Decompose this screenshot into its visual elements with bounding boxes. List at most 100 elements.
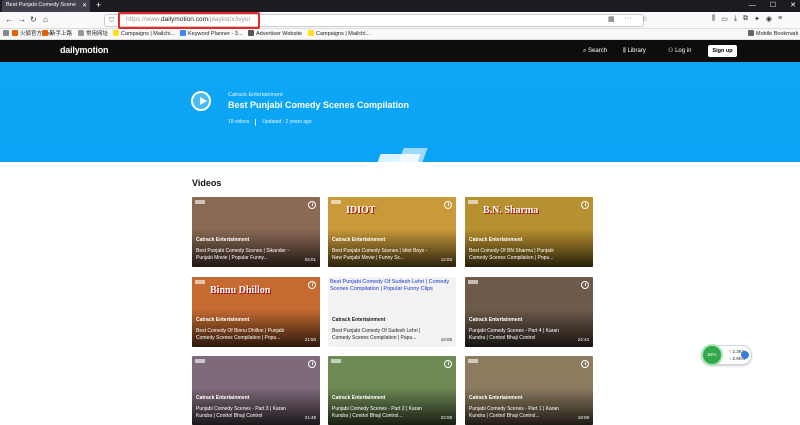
bookmarks-bar: 火狐官方站点 新手上路 常用网址 Campaigns | Mailchi... … — [0, 29, 800, 40]
thumbnail-title-text: Best Punjabi Comedy Of Sudesh Lehri | Co… — [330, 279, 450, 292]
menu-icon[interactable]: ≡ — [778, 15, 782, 23]
video-owner[interactable]: Catrack Entertainment — [196, 237, 249, 243]
bookmark-item[interactable]: Campaigns | Mailchi... — [308, 29, 370, 39]
search-icon: ⌕ — [583, 48, 587, 54]
watch-later-icon[interactable] — [581, 201, 589, 209]
library-link[interactable]: ⫼ Library — [623, 47, 646, 55]
video-owner[interactable]: Catrack Entertainment — [469, 395, 522, 401]
video-title[interactable]: Best Punjabi Comedy Of Sudesh Lehri | Co… — [332, 328, 434, 341]
back-icon[interactable]: ← — [5, 15, 13, 25]
video-card[interactable]: Best Punjabi Comedy Of Sudesh Lehri | Co… — [328, 277, 456, 347]
forward-icon[interactable]: → — [18, 15, 26, 25]
bookmark-item[interactable]: Keyword Planner - 3... — [180, 29, 242, 39]
video-title[interactable]: Punjabi Comedy Scenes - Part 2 | Karan K… — [332, 406, 434, 419]
close-window-icon[interactable]: ✕ — [790, 0, 796, 12]
watch-later-icon[interactable] — [308, 360, 316, 368]
bookmark-item[interactable]: 常用网址 — [78, 29, 108, 39]
url-text[interactable]: https://www.dailymotion.com/playlist/x3v… — [126, 15, 251, 25]
bookmark-star-icon[interactable]: ☆ — [642, 15, 648, 23]
channel-watermark — [195, 200, 205, 204]
divider — [255, 119, 257, 126]
playlist-owner[interactable]: Catrack Entertainment — [228, 92, 283, 98]
video-owner[interactable]: Catrack Entertainment — [332, 395, 385, 401]
video-card[interactable]: Catrack Entertainment Punjabi Comedy Scen… — [465, 356, 593, 425]
dailymotion-logo[interactable]: dailymotion — [60, 45, 109, 55]
video-title[interactable]: Punjabi Comedy Scenes - Part 4 | Karan K… — [469, 328, 571, 341]
url-path: /playlist/x3vyur — [208, 16, 251, 23]
video-title[interactable]: Punjabi Comedy Scenes - Part 3 | Karan K… — [196, 406, 298, 419]
more-icon[interactable]: ··· — [625, 15, 632, 23]
video-owner[interactable]: Catrack Entertainment — [469, 237, 522, 243]
video-owner[interactable]: Catrack Entertainment — [196, 395, 249, 401]
playlist-title: Best Punjabi Comedy Scenes Compilation — [228, 100, 410, 110]
widget-expand-icon[interactable] — [741, 351, 749, 359]
folder-icon — [748, 30, 754, 36]
video-card[interactable]: Catrack Entertainment Best Punjabi Comedy… — [192, 197, 320, 267]
video-card[interactable]: Catrack Entertainment Punjabi Comedy Scen… — [465, 277, 593, 347]
playlist-hero: Catrack Entertainment Best Punjabi Comed… — [0, 62, 800, 162]
video-card[interactable]: Catrack Entertainment Punjabi Comedy Scen… — [328, 356, 456, 425]
mailchimp-icon — [113, 30, 119, 36]
reload-icon[interactable]: ↻ — [30, 15, 37, 25]
video-title[interactable]: Best Punjabi Comedy Scenes | Idiot Boys … — [332, 248, 434, 261]
video-card[interactable]: B.N. Sharma Catrack Entertainment Best Com… — [465, 197, 593, 267]
video-owner[interactable]: Catrack Entertainment — [469, 317, 522, 323]
search-link[interactable]: ⌕ Search — [583, 47, 607, 55]
video-owner[interactable]: Catrack Entertainment — [332, 317, 385, 323]
firefox-account-icon[interactable]: ◉ — [766, 15, 772, 23]
watch-later-icon[interactable] — [581, 281, 589, 289]
watch-later-icon[interactable] — [581, 360, 589, 368]
video-owner[interactable]: Catrack Entertainment — [196, 317, 249, 323]
video-duration: 04:01 — [304, 257, 316, 262]
library-icon: ⫼ — [623, 48, 626, 54]
user-icon: ⚇ — [668, 48, 674, 54]
sidebar-icon[interactable]: ▭ — [721, 15, 728, 23]
home-icon[interactable]: ⌂ — [43, 15, 48, 25]
video-card[interactable]: Catrack Entertainment Punjabi Comedy Scen… — [192, 356, 320, 425]
video-title[interactable]: Best Punjabi Comedy Scenes | Sikander - … — [196, 248, 298, 261]
bookmark-item[interactable]: Advertiser Website — [248, 29, 302, 39]
video-duration: 22:08 — [440, 415, 452, 420]
play-playlist-icon[interactable] — [191, 91, 211, 111]
toolbar-icons: ⫼ ▭ ⤓ ⧉ ✦ ◉ ≡ — [712, 15, 782, 23]
new-tab-icon[interactable]: + — [96, 0, 101, 11]
video-title[interactable]: Best Comedy Of BN Sharma | Punjabi Comed… — [469, 248, 571, 261]
login-label: Log in — [675, 48, 692, 54]
extension-icon[interactable]: ✦ — [754, 15, 760, 23]
bookmark-item[interactable]: Campaigns | Mailchi... — [113, 29, 175, 39]
close-tab-icon[interactable]: ✕ — [82, 2, 87, 9]
watch-later-icon[interactable] — [444, 201, 452, 209]
watch-later-icon[interactable] — [308, 281, 316, 289]
video-card[interactable]: Binnu Dhillon Catrack Entertainment Best C… — [192, 277, 320, 347]
library-icon[interactable]: ⫼ — [712, 15, 715, 23]
signup-button[interactable]: Sign up — [708, 45, 737, 57]
network-speed-widget[interactable]: 83% ↑ 2.3K/s ↓ 2.9K/s — [701, 344, 752, 366]
video-duration: 19:09 — [577, 415, 589, 420]
browser-tab[interactable]: Best Punjabi Comedy Scene ✕ — [2, 0, 90, 12]
shield-icon[interactable]: ⛉ — [109, 16, 114, 26]
video-title[interactable]: Best Comedy Of Binnu Dhillon | Punjabi C… — [196, 328, 298, 341]
bookmarks-folder-icon[interactable] — [3, 29, 11, 39]
firefox-icon — [12, 30, 18, 36]
video-duration: 10:05 — [440, 337, 452, 342]
bookmark-item[interactable]: 新手上路 — [42, 29, 72, 39]
browser-tab-strip: Best Punjabi Comedy Scene ✕ + — ☐ ✕ — [0, 0, 800, 12]
maximize-icon[interactable]: ☐ — [770, 0, 776, 12]
download-icon[interactable]: ⤓ — [734, 15, 737, 23]
thumbnail-overlay-text: Binnu Dhillon — [210, 285, 271, 296]
watch-later-icon[interactable] — [308, 201, 316, 209]
video-card[interactable]: IDIOT Catrack Entertainment Best Punjabi C… — [328, 197, 456, 267]
url-domain: dailymotion.com — [161, 16, 209, 23]
minimize-icon[interactable]: — — [749, 0, 756, 12]
library-label: Library — [627, 48, 646, 54]
watch-later-icon[interactable] — [444, 360, 452, 368]
url-action-icons: ▦ ··· ☆ — [608, 15, 648, 23]
qr-icon[interactable]: ▦ — [608, 15, 615, 23]
mobile-bookmarks[interactable]: Mobile Bookmark — [748, 29, 799, 39]
mailchimp-icon — [308, 30, 314, 36]
login-link[interactable]: ⚇ Log in — [668, 47, 691, 55]
screenshot-icon[interactable]: ⧉ — [743, 15, 748, 23]
site-header: dailymotion ⌕ Search ⫼ Library ⚇ Log in … — [0, 40, 800, 62]
video-owner[interactable]: Catrack Entertainment — [332, 237, 385, 243]
video-title[interactable]: Punjabi Comedy Scenes - Part 1 | Karan K… — [469, 406, 571, 419]
